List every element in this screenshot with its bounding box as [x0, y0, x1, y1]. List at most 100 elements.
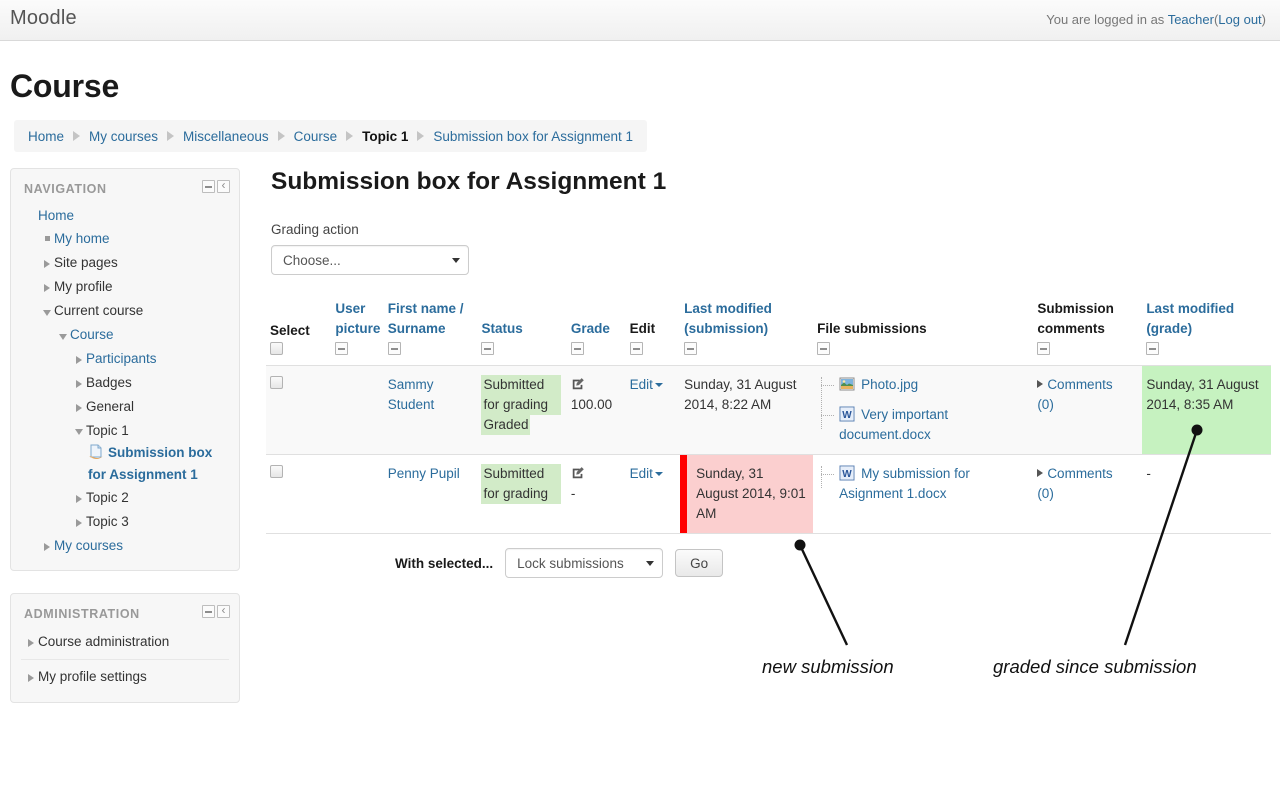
- column-header-label[interactable]: Last modified (grade): [1146, 301, 1234, 336]
- chevron-down-icon[interactable]: [40, 300, 54, 323]
- breadcrumb-item-0[interactable]: Home: [28, 129, 64, 144]
- chevron-right-icon[interactable]: [40, 535, 54, 558]
- dock-left-icon[interactable]: [217, 177, 230, 194]
- column-header-label: Edit: [629, 321, 656, 336]
- chevron-down-icon[interactable]: [72, 419, 86, 442]
- select-all-checkbox[interactable]: [270, 342, 283, 355]
- sidebar-item-submission-box-for-assignment-1[interactable]: Submission box for Assignment 1: [11, 442, 239, 486]
- sidebar-item-home[interactable]: Home: [11, 204, 239, 227]
- cell-user-picture: [331, 365, 384, 455]
- breadcrumb-separator-icon: [277, 131, 285, 141]
- sidebar-item-label[interactable]: Home: [38, 204, 74, 227]
- comments-count[interactable]: (0): [1037, 397, 1054, 412]
- cell-status: Submitted for grading: [477, 454, 567, 534]
- column-header-label[interactable]: Status: [481, 321, 522, 336]
- column-header-label[interactable]: Grade: [571, 321, 610, 336]
- go-button[interactable]: Go: [675, 549, 724, 577]
- chevron-right-icon[interactable]: [72, 511, 86, 534]
- grading-action-label: Grading action: [271, 222, 359, 237]
- chevron-down-icon[interactable]: [56, 324, 70, 347]
- chevron-down-icon[interactable]: [654, 471, 663, 476]
- sidebar-item-label[interactable]: My courses: [54, 534, 123, 557]
- chevron-right-icon[interactable]: [1037, 469, 1044, 478]
- chevron-right-icon[interactable]: [40, 252, 54, 275]
- column-header-label: File submissions: [817, 321, 927, 336]
- chevron-right-icon[interactable]: [72, 348, 86, 371]
- chevron-right-icon[interactable]: [24, 665, 38, 690]
- file-link[interactable]: Photo.jpg: [861, 377, 918, 392]
- chevron-down-icon: [646, 560, 655, 566]
- collapse-column-icon[interactable]: [481, 342, 495, 355]
- sidebar-item-label[interactable]: Participants: [86, 347, 157, 370]
- collapse-icon[interactable]: [202, 605, 215, 619]
- dock-left-icon[interactable]: [217, 602, 230, 619]
- sidebar-item-topic-1[interactable]: Topic 1: [11, 419, 239, 443]
- sidebar-item-participants[interactable]: Participants: [11, 347, 239, 371]
- chevron-right-icon[interactable]: [72, 396, 86, 419]
- breadcrumb-item-3[interactable]: Course: [294, 129, 338, 144]
- user-name-link[interactable]: Penny Pupil: [388, 466, 460, 481]
- chevron-right-icon[interactable]: [1037, 380, 1044, 389]
- sidebar-item-label: Current course: [54, 302, 144, 318]
- assignment-file-icon: [88, 444, 104, 460]
- cell-status: Submitted for grading Graded: [477, 365, 567, 455]
- breadcrumb-item-1[interactable]: My courses: [89, 129, 158, 144]
- sidebar-item-label[interactable]: Submission box for Assignment 1: [88, 445, 212, 482]
- user-name-link[interactable]: Sammy Student: [388, 377, 435, 412]
- sidebar-item-general[interactable]: General: [11, 395, 239, 419]
- comments-toggle-link[interactable]: Comments: [1047, 377, 1112, 392]
- chevron-right-icon[interactable]: [72, 372, 86, 395]
- chevron-down-icon[interactable]: [654, 382, 663, 387]
- sidebar-item-site-pages[interactable]: Site pages: [11, 251, 239, 275]
- column-header-label[interactable]: Last modified (submission): [684, 301, 772, 336]
- logout-link[interactable]: Log out: [1218, 12, 1261, 27]
- breadcrumb-item-2[interactable]: Miscellaneous: [183, 129, 269, 144]
- comments-count[interactable]: (0): [1037, 486, 1054, 501]
- row-select-checkbox[interactable]: [270, 376, 283, 389]
- sidebar-item-label: Topic 1: [86, 422, 129, 438]
- edit-menu-button[interactable]: Edit: [630, 466, 653, 481]
- collapse-column-icon[interactable]: [1146, 342, 1160, 355]
- column-header-label[interactable]: User picture: [335, 301, 380, 336]
- collapse-column-icon[interactable]: [1037, 342, 1051, 355]
- user-profile-link[interactable]: Teacher: [1168, 12, 1214, 27]
- collapse-column-icon[interactable]: [684, 342, 698, 355]
- chevron-right-icon[interactable]: [72, 487, 86, 510]
- sidebar-item-my-courses[interactable]: My courses: [11, 534, 239, 558]
- file-link[interactable]: Very important document.docx: [839, 407, 948, 442]
- collapse-column-icon[interactable]: [817, 342, 831, 355]
- edit-grade-icon[interactable]: [571, 466, 585, 480]
- chevron-right-icon[interactable]: [40, 276, 54, 299]
- edit-grade-icon[interactable]: [571, 377, 585, 391]
- sidebar-item-course[interactable]: Course: [11, 323, 239, 347]
- row-select-checkbox[interactable]: [270, 465, 283, 478]
- breadcrumb-item-5[interactable]: Submission box for Assignment 1: [433, 129, 633, 144]
- sidebar-item-my-profile[interactable]: My profile: [11, 275, 239, 299]
- collapse-column-icon[interactable]: [387, 342, 401, 355]
- sidebar-item-course-administration[interactable]: Course administration: [11, 629, 239, 655]
- column-header-status: Status: [477, 297, 567, 366]
- collapse-icon[interactable]: [202, 180, 215, 193]
- navigation-block-header: NAVIGATION: [11, 169, 239, 204]
- sidebar-item-badges[interactable]: Badges: [11, 371, 239, 395]
- sidebar-item-my-profile-settings[interactable]: My profile settings: [11, 664, 239, 690]
- bulk-action-select[interactable]: Lock submissions: [505, 548, 664, 578]
- sidebar-item-label[interactable]: Course: [70, 323, 114, 346]
- collapse-column-icon[interactable]: [335, 342, 349, 355]
- sidebar-item-current-course[interactable]: Current course: [11, 299, 239, 323]
- comments-toggle-link[interactable]: Comments: [1047, 466, 1112, 481]
- file-link[interactable]: My submission for Asignment 1.docx: [839, 466, 970, 501]
- column-header-label[interactable]: First name / Surname: [388, 301, 464, 336]
- sidebar-item-my-home[interactable]: My home: [11, 227, 239, 251]
- edit-menu-button[interactable]: Edit: [630, 377, 653, 392]
- sidebar-item-label[interactable]: My home: [54, 227, 110, 250]
- collapse-column-icon[interactable]: [629, 342, 643, 355]
- sidebar-item-topic-3[interactable]: Topic 3: [11, 510, 239, 534]
- left-column: NAVIGATION HomeMy home Site pages My profi…: [10, 168, 240, 725]
- grading-action-select[interactable]: Choose...: [271, 245, 469, 275]
- chevron-right-icon[interactable]: [24, 630, 38, 655]
- sidebar-item-topic-2[interactable]: Topic 2: [11, 486, 239, 510]
- collapse-column-icon[interactable]: [570, 342, 584, 355]
- sidebar-item-label: My profile: [54, 278, 113, 294]
- grade-value: 100.00: [570, 397, 613, 412]
